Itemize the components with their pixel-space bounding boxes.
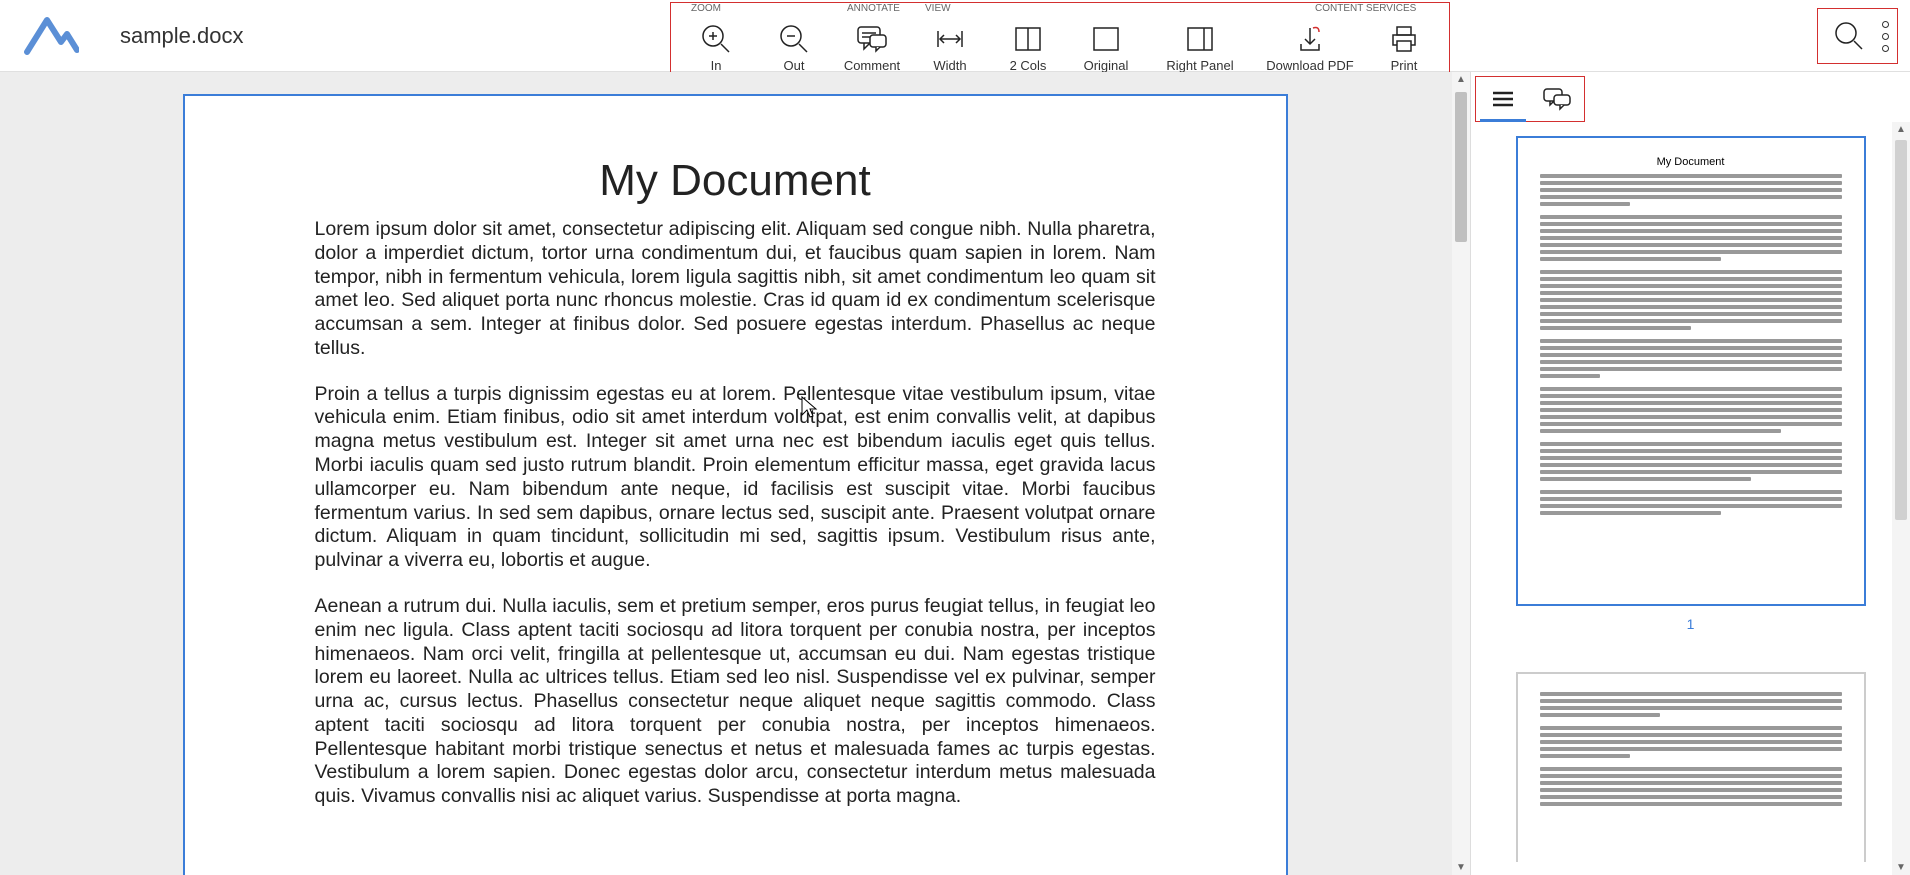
comments-tab[interactable]	[1530, 77, 1584, 121]
document-page: My Document Lorem ipsum dolor sit amet, …	[183, 94, 1288, 875]
thumbnail-list[interactable]: My Document 1	[1471, 122, 1910, 862]
filename-label: sample.docx	[120, 23, 244, 49]
zoom-out-icon	[779, 22, 809, 56]
scroll-up-arrow[interactable]: ▲	[1456, 74, 1466, 85]
zoom-group-label: ZOOM	[677, 3, 721, 17]
right-panel-tabs	[1475, 76, 1585, 122]
annotate-group-label: ANNOTATE	[833, 3, 900, 17]
document-paragraph: Aenean a rutrum dui. Nulla iaculis, sem …	[315, 595, 1156, 809]
scroll-thumb[interactable]	[1895, 140, 1907, 520]
download-icon	[1295, 22, 1325, 56]
right-panel-button[interactable]: Right Panel	[1145, 17, 1255, 73]
zoom-in-icon	[701, 22, 731, 56]
comments-icon	[1542, 87, 1572, 111]
zoom-in-button[interactable]: In	[677, 17, 755, 73]
original-icon	[1091, 22, 1121, 56]
original-button[interactable]: Original	[1067, 17, 1145, 73]
header-bar: sample.docx ZOOM In	[0, 0, 1910, 72]
scroll-down-arrow[interactable]: ▼	[1456, 862, 1466, 873]
thumbnail-page-2[interactable]	[1516, 672, 1866, 862]
document-viewport[interactable]: My Document Lorem ipsum dolor sit amet, …	[0, 72, 1470, 875]
scroll-thumb[interactable]	[1455, 92, 1467, 242]
list-icon	[1490, 88, 1516, 110]
print-button[interactable]: Print	[1365, 17, 1443, 73]
search-button[interactable]	[1832, 19, 1866, 53]
thumbnail-preview-lines	[1540, 692, 1842, 806]
thumbnail-page-1[interactable]: My Document	[1516, 136, 1866, 606]
thumbnail-preview-lines	[1540, 174, 1842, 515]
vertical-scrollbar[interactable]: ▲ ▼	[1452, 72, 1470, 875]
document-paragraph: Lorem ipsum dolor sit amet, consectetur …	[315, 218, 1156, 361]
right-panel-scrollbar[interactable]: ▲ ▼	[1892, 122, 1910, 875]
scroll-up-arrow[interactable]: ▲	[1896, 124, 1906, 135]
comment-icon	[856, 22, 888, 56]
main-toolbar: ZOOM In Out	[670, 2, 1450, 78]
document-paragraph: Proin a tellus a turpis dignissim egesta…	[315, 383, 1156, 573]
two-cols-icon	[1013, 22, 1043, 56]
header-right-controls	[1817, 8, 1898, 64]
more-menu-button[interactable]	[1882, 21, 1889, 52]
app-logo	[20, 11, 80, 61]
right-panel: My Document 1	[1470, 72, 1910, 875]
fit-width-button[interactable]: Width	[911, 17, 989, 73]
thumbnails-tab[interactable]	[1476, 77, 1530, 121]
content-services-group-label: CONTENT SERVICES	[1255, 3, 1416, 17]
thumbnail-page-number: 1	[1501, 616, 1880, 632]
zoom-out-button[interactable]: Out	[755, 17, 833, 73]
view-group-label: VIEW	[911, 3, 951, 17]
download-pdf-button[interactable]: Download PDF	[1255, 17, 1365, 73]
document-title: My Document	[315, 156, 1156, 206]
comment-button[interactable]: Comment	[833, 17, 911, 73]
right-panel-icon	[1185, 22, 1215, 56]
two-cols-button[interactable]: 2 Cols	[989, 17, 1067, 73]
fit-width-icon	[934, 22, 966, 56]
scroll-down-arrow[interactable]: ▼	[1896, 862, 1906, 873]
print-icon	[1389, 22, 1419, 56]
